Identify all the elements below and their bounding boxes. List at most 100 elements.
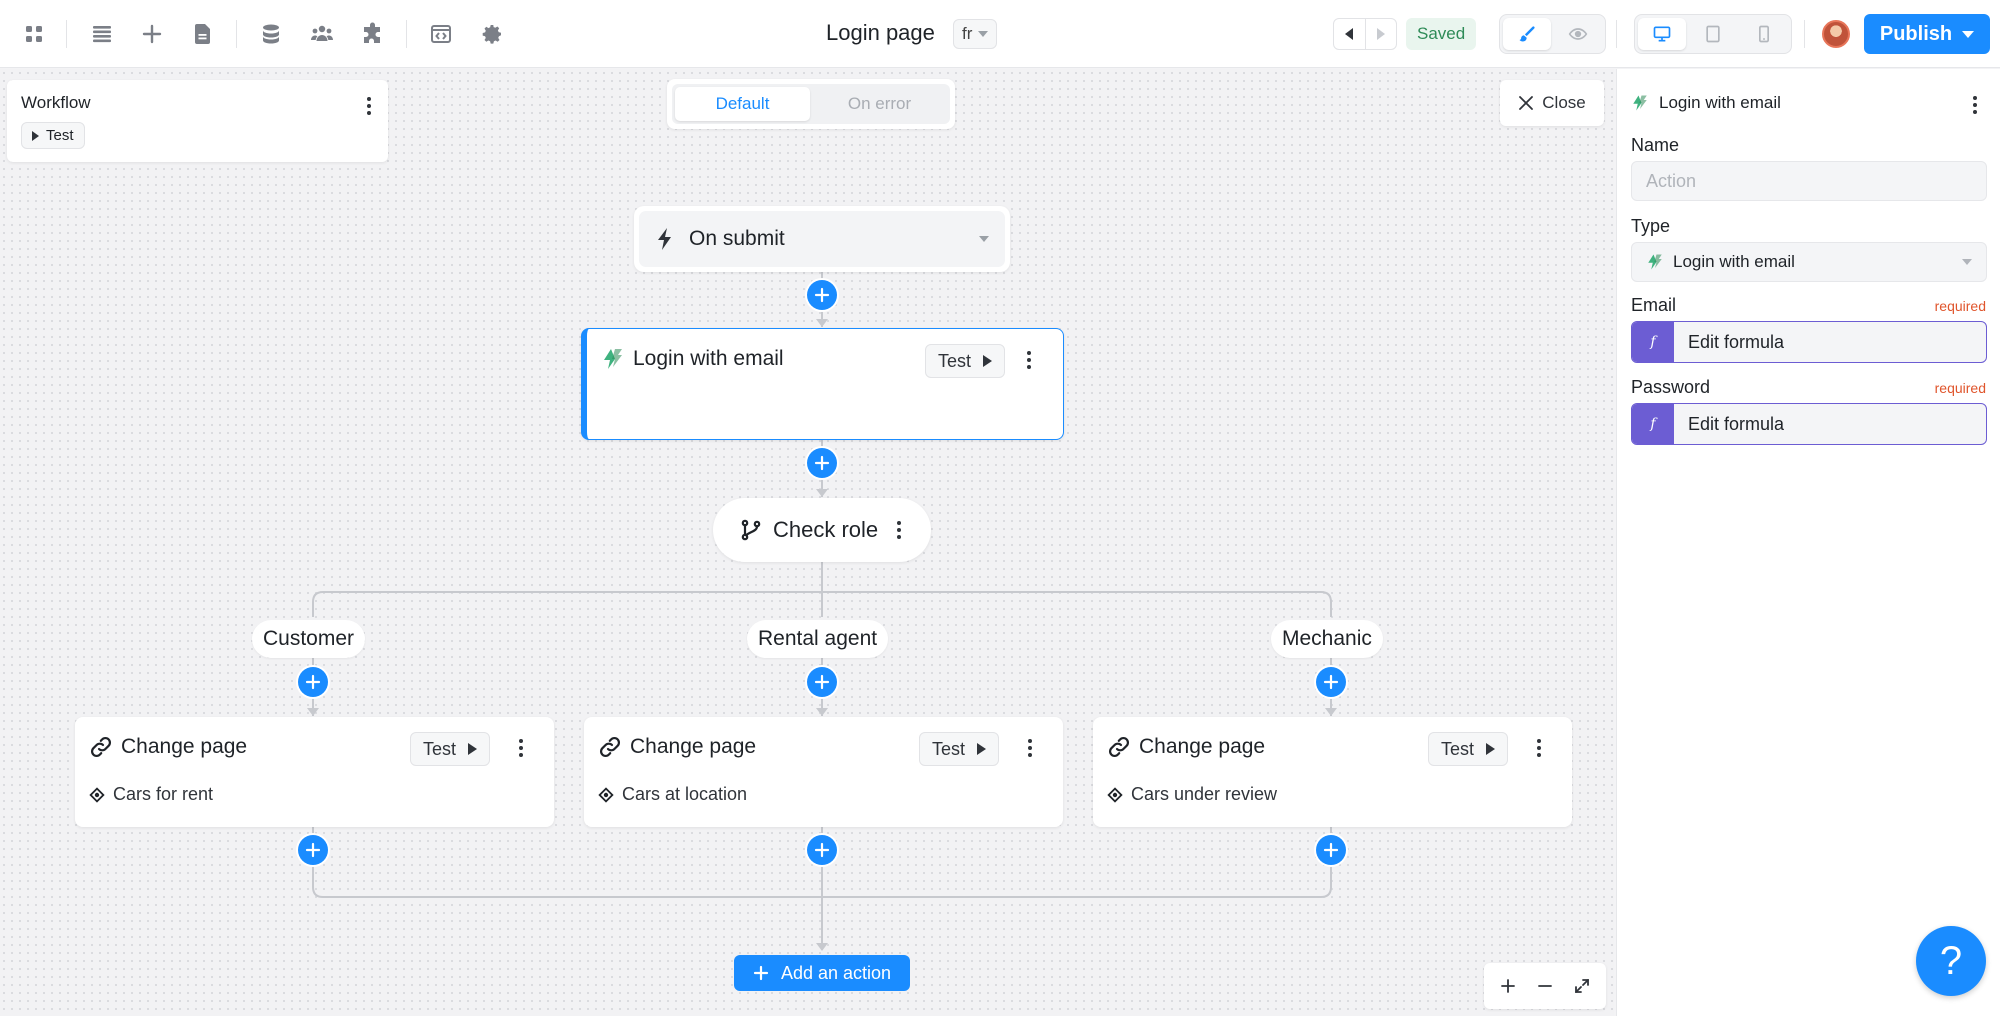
change-page-menu-icon[interactable] <box>511 734 531 762</box>
change-page-test-button[interactable]: Test <box>410 732 491 766</box>
play-icon <box>468 743 478 755</box>
play-icon <box>977 743 987 755</box>
gear-icon[interactable] <box>474 16 510 52</box>
help-button[interactable]: ? <box>1916 926 1986 996</box>
properties-panel: Login with email Name Action Type Login … <box>1616 69 2000 1016</box>
device-switch <box>1634 14 1792 54</box>
add-step-button[interactable] <box>1316 667 1346 697</box>
plus-icon <box>753 965 769 981</box>
add-step-button[interactable] <box>1316 835 1346 865</box>
mobile-view-button[interactable] <box>1740 18 1788 50</box>
trigger-card[interactable]: On submit <box>634 206 1010 272</box>
branch-label-rental-agent[interactable]: Rental agent <box>747 620 889 658</box>
email-formula-input[interactable]: f Edit formula <box>1631 321 1987 363</box>
tab-default[interactable]: Default <box>675 87 810 121</box>
email-required-badge: required <box>1934 298 1986 314</box>
document-icon[interactable] <box>185 16 221 52</box>
users-icon[interactable] <box>304 16 340 52</box>
code-icon[interactable] <box>423 16 459 52</box>
apps-icon[interactable] <box>16 16 52 52</box>
zoom-out-button[interactable] <box>1531 972 1559 1000</box>
add-action-button[interactable]: Add an action <box>734 955 910 991</box>
avatar[interactable] <box>1822 20 1850 48</box>
edit-mode-button[interactable] <box>1503 18 1551 50</box>
login-test-button[interactable]: Test <box>925 344 1006 378</box>
type-value: Login with email <box>1673 252 1795 271</box>
plus-icon <box>1323 842 1339 858</box>
play-icon <box>32 130 39 141</box>
chevron-down-icon <box>978 31 989 37</box>
add-step-button[interactable] <box>807 835 837 865</box>
publish-button[interactable]: Publish <box>1864 14 1990 54</box>
play-icon <box>1486 743 1496 755</box>
branch-label-mechanic[interactable]: Mechanic <box>1271 620 1383 658</box>
mode-switch <box>1499 14 1606 54</box>
branch-icon <box>741 519 761 541</box>
undo-button[interactable] <box>1334 19 1365 49</box>
add-step-button[interactable] <box>807 448 837 478</box>
language-value: fr <box>962 24 973 43</box>
change-page-menu-icon[interactable] <box>1020 734 1040 762</box>
plus-icon <box>305 674 321 690</box>
add-step-button[interactable] <box>807 280 837 310</box>
name-input[interactable]: Action <box>1631 161 1987 201</box>
check-role-title: Check role <box>773 517 879 542</box>
mobile-icon <box>1759 25 1769 43</box>
page-target-icon <box>89 786 105 803</box>
change-page-node[interactable]: Change page Test Cars at location <box>584 717 1063 827</box>
page-target-icon <box>598 786 614 803</box>
email-label: Email <box>1631 295 1677 315</box>
language-select[interactable]: fr <box>953 19 998 49</box>
workflow-card: Workflow Test <box>7 80 388 162</box>
fit-screen-button[interactable] <box>1568 972 1596 1000</box>
workflow-test-label: Test <box>46 127 74 144</box>
panel-menu-icon[interactable] <box>1965 91 1985 119</box>
add-step-button[interactable] <box>298 835 328 865</box>
workflow-menu-icon[interactable] <box>359 92 379 120</box>
change-page-test-button[interactable]: Test <box>1428 732 1509 766</box>
add-icon[interactable] <box>134 16 170 52</box>
close-button[interactable]: Close <box>1500 80 1604 126</box>
check-role-menu-icon[interactable] <box>889 516 909 544</box>
check-role-node[interactable]: Check role <box>713 498 931 562</box>
formula-icon: f <box>1632 322 1674 362</box>
change-page-menu-icon[interactable] <box>1529 734 1549 762</box>
password-formula-input[interactable]: f Edit formula <box>1631 403 1987 445</box>
add-step-button[interactable] <box>807 667 837 697</box>
password-required-badge: required <box>1934 380 1986 396</box>
change-page-node[interactable]: Change page Test Cars for rent <box>75 717 554 827</box>
type-select[interactable]: Login with email <box>1631 242 1987 282</box>
layers-icon[interactable] <box>84 16 120 52</box>
change-page-title: Change page <box>1107 735 1265 759</box>
top-bar: Login page fr Saved Publish <box>0 0 2000 68</box>
branch-label-customer[interactable]: Customer <box>252 620 366 658</box>
workflow-test-button[interactable]: Test <box>21 122 85 149</box>
link-icon <box>90 736 112 758</box>
zoom-in-button[interactable] <box>1494 972 1522 1000</box>
database-icon[interactable] <box>253 16 289 52</box>
change-page-test-button[interactable]: Test <box>919 732 1000 766</box>
login-node-menu-icon[interactable] <box>1019 346 1039 374</box>
name-label: Name <box>1631 135 1680 155</box>
redo-button[interactable] <box>1364 19 1397 49</box>
password-label: Password <box>1631 377 1711 397</box>
change-page-node[interactable]: Change page Test Cars under review <box>1093 717 1572 827</box>
preview-mode-button[interactable] <box>1554 18 1602 50</box>
close-label: Close <box>1542 93 1586 112</box>
desktop-view-button[interactable] <box>1638 18 1686 50</box>
auth-icon <box>1633 95 1647 111</box>
trigger-label: On submit <box>689 227 785 250</box>
auth-icon <box>1648 254 1662 270</box>
add-step-button[interactable] <box>298 667 328 697</box>
login-with-email-node[interactable]: Login with email Test <box>581 328 1064 440</box>
chevron-down-icon[interactable] <box>979 236 989 242</box>
tablet-view-button[interactable] <box>1689 18 1737 50</box>
plugin-icon[interactable] <box>355 16 391 52</box>
workflow-title: Workflow <box>21 93 91 112</box>
page-title: Login page <box>826 20 935 45</box>
add-action-label: Add an action <box>780 962 892 983</box>
change-page-title: Change page <box>598 735 756 759</box>
tab-on-error[interactable]: On error <box>812 87 947 121</box>
plus-icon <box>1323 674 1339 690</box>
publish-label: Publish <box>1879 22 1953 45</box>
